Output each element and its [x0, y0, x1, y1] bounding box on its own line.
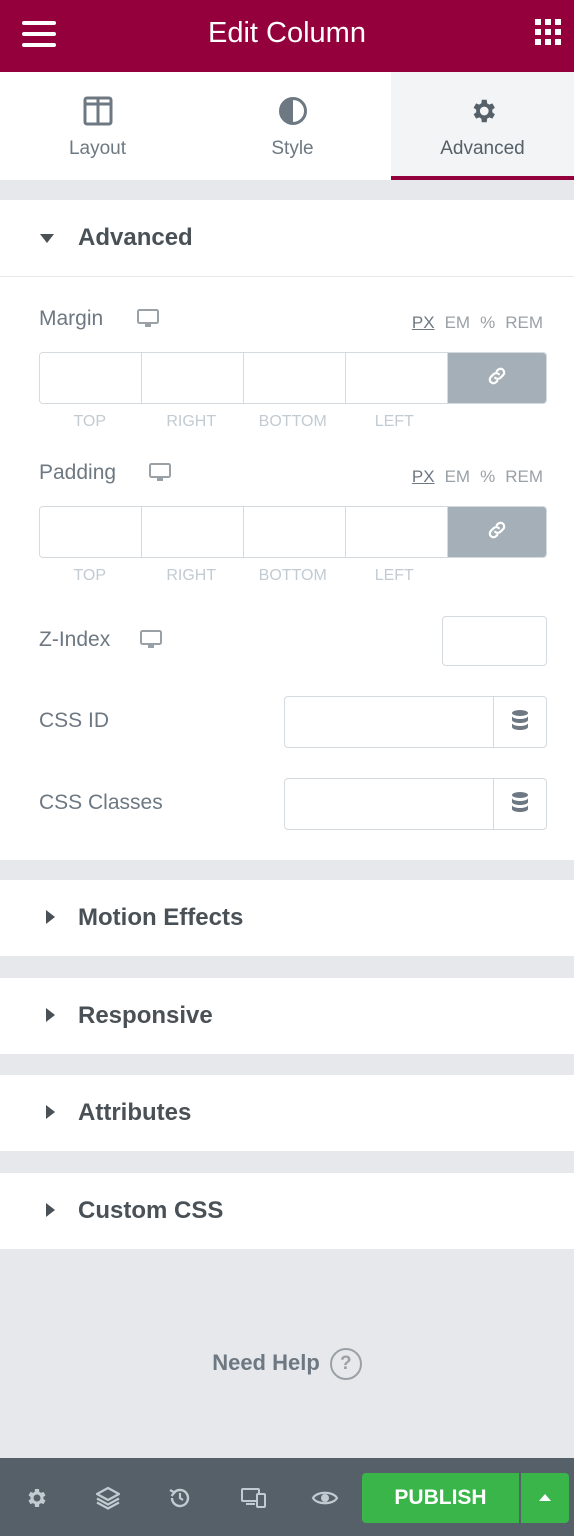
section-title: Motion Effects [78, 904, 244, 931]
margin-units: PX EM% REM [402, 313, 543, 333]
monitor-icon[interactable] [137, 309, 159, 334]
margin-top-input[interactable] [40, 353, 142, 403]
tab-layout[interactable]: Layout [0, 72, 195, 180]
margin-dimension-labels: TOP RIGHT BOTTOM LEFT [39, 413, 445, 431]
panel-title: Edit Column [208, 17, 366, 49]
caret-right-icon [46, 1203, 56, 1222]
section-responsive[interactable]: Responsive [0, 978, 574, 1054]
tab-label: Layout [68, 138, 127, 159]
padding-bottom-input[interactable] [244, 507, 346, 557]
padding-units: PX EM% REM [402, 467, 543, 487]
columns-icon [83, 96, 113, 131]
section-title: Responsive [78, 1002, 213, 1029]
link-icon [486, 519, 508, 546]
unit-em[interactable]: EM [445, 467, 471, 486]
padding-dimensions [39, 506, 547, 558]
need-help-label: Need Help [212, 1349, 320, 1375]
padding-top-input[interactable] [40, 507, 142, 557]
dim-label-bottom: BOTTOM [258, 413, 327, 430]
grid-icon[interactable] [535, 19, 561, 45]
settings-icon[interactable] [20, 1482, 52, 1514]
unit-rem[interactable]: REM [505, 467, 543, 486]
need-help-link[interactable]: Need Help? [0, 1348, 574, 1380]
panel-header: Edit Column [0, 0, 574, 72]
caret-right-icon [46, 1008, 56, 1027]
zindex-label: Z-Index [39, 628, 111, 651]
unit-rem[interactable]: REM [505, 313, 543, 332]
section-motion-effects[interactable]: Motion Effects [0, 880, 574, 956]
link-values-button[interactable] [448, 353, 546, 403]
css-id-input[interactable] [285, 697, 493, 747]
section-title: Attributes [78, 1099, 192, 1126]
gear-icon [468, 96, 498, 131]
unit-px[interactable]: PX [412, 467, 435, 486]
unit-em[interactable]: EM [445, 313, 471, 332]
margin-dimensions [39, 352, 547, 404]
dynamic-tags-button[interactable] [493, 697, 546, 747]
question-icon: ? [329, 1348, 362, 1380]
tab-advanced[interactable]: Advanced [391, 72, 574, 180]
half-circle-icon [278, 96, 308, 131]
tab-style[interactable]: Style [195, 72, 390, 180]
section-title: Custom CSS [78, 1197, 224, 1224]
link-values-button[interactable] [448, 507, 546, 557]
eye-icon[interactable] [309, 1482, 341, 1514]
css-classes-field [284, 778, 547, 830]
monitor-icon[interactable] [149, 463, 171, 488]
publish-button[interactable]: PUBLISH [362, 1473, 519, 1523]
section-attributes[interactable]: Attributes [0, 1075, 574, 1151]
dim-label-left: LEFT [374, 567, 414, 584]
panel-tabs: Layout Style Advanced [0, 72, 574, 180]
unit-px[interactable]: PX [412, 313, 435, 332]
publish-options-button[interactable] [521, 1473, 569, 1523]
padding-dimension-labels: TOP RIGHT BOTTOM LEFT [39, 567, 445, 585]
caret-down-icon [40, 231, 54, 249]
monitor-icon[interactable] [140, 630, 162, 655]
dim-label-top: TOP [73, 567, 107, 584]
margin-right-input[interactable] [142, 353, 244, 403]
css-classes-input[interactable] [285, 779, 493, 829]
css-id-label: CSS ID [39, 709, 110, 732]
dynamic-tags-button[interactable] [493, 779, 546, 829]
history-icon[interactable] [164, 1482, 196, 1514]
caret-right-icon [46, 1105, 56, 1124]
css-classes-label: CSS Classes [39, 791, 163, 814]
dim-label-left: LEFT [374, 413, 414, 430]
margin-left-input[interactable] [346, 353, 448, 403]
layers-icon[interactable] [92, 1482, 124, 1514]
unit-percent[interactable]: % [480, 313, 495, 332]
responsive-icon[interactable] [238, 1482, 270, 1514]
tab-label: Style [271, 138, 314, 159]
padding-left-input[interactable] [346, 507, 448, 557]
dim-label-right: RIGHT [166, 567, 217, 584]
section-custom-css[interactable]: Custom CSS [0, 1173, 574, 1249]
margin-bottom-input[interactable] [244, 353, 346, 403]
unit-percent[interactable]: % [480, 467, 495, 486]
dim-label-bottom: BOTTOM [258, 567, 327, 584]
css-id-field [284, 696, 547, 748]
panel-footer: PUBLISH [0, 1458, 574, 1536]
section-advanced-header[interactable]: Advanced [0, 200, 574, 276]
margin-label: Margin [39, 307, 104, 330]
database-icon [511, 791, 529, 818]
padding-right-input[interactable] [142, 507, 244, 557]
tab-label: Advanced [440, 138, 525, 159]
database-icon [511, 709, 529, 736]
dim-label-right: RIGHT [166, 413, 217, 430]
dim-label-top: TOP [73, 413, 107, 430]
padding-label: Padding [39, 461, 117, 484]
section-title: Advanced [78, 224, 193, 251]
link-icon [486, 365, 508, 392]
caret-right-icon [46, 910, 56, 929]
zindex-input[interactable] [442, 616, 547, 666]
